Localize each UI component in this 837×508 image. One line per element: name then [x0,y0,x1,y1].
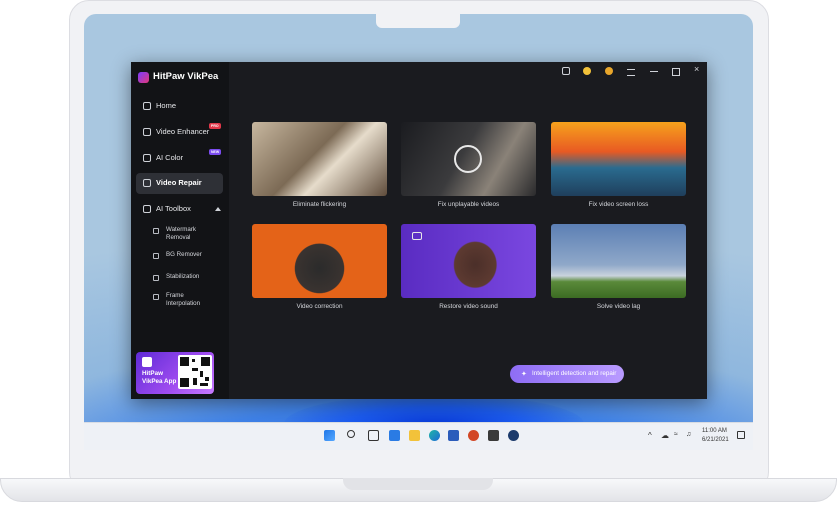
pro-badge: PRO [209,123,221,129]
cta-label: Intelligent detection and repair [532,370,617,377]
laptop-hinge [343,478,493,490]
intelligent-repair-button[interactable]: ✦ Intelligent detection and repair [510,365,624,383]
sub-label: Stabilization [166,273,200,280]
search-icon[interactable] [347,430,355,438]
toolbox-icon [143,205,151,213]
bg-remover-icon [153,253,159,259]
thumbnail-screen-loss [551,122,686,196]
promo-label: HitPaw VikPea App [142,370,177,385]
feature-grid: Eliminate flickering Fix unplayable vide… [229,62,707,399]
sub-label: Frame Interpolation [166,292,201,307]
repair-icon [143,179,151,187]
toolbox-stabilization[interactable]: Stabilization [153,273,223,283]
nav-label: Home [156,101,177,110]
steam-icon[interactable] [508,430,519,441]
video-enhancer-icon [143,128,151,136]
stabilization-icon [153,275,159,281]
thumbnail-flickering [252,122,387,196]
nav-ai-color[interactable]: AI Color NEW [136,148,223,169]
thumbnail-unplayable [401,122,536,196]
chevron-up-icon[interactable] [215,207,221,211]
app-title: HitPaw VikPea [153,71,219,82]
thumbnail-lag [551,224,686,298]
vikpea-logo-icon [142,357,152,367]
word-icon[interactable] [448,430,459,441]
cloud-icon[interactable]: ☁ [661,431,669,440]
toolbox-bg-remover[interactable]: BG Remover [153,251,223,261]
palette-icon [143,154,151,162]
hitpaw-logo-icon [138,72,149,83]
sparkle-icon: ✦ [521,371,527,378]
eraser-icon [153,228,159,234]
feature-caption: Eliminate flickering [292,201,347,208]
feature-caption: Fix video screen loss [588,201,649,208]
taskbar: ^ ☁ ≈ ♫ 11:00 AM 6/21/2021 [84,422,753,450]
sidebar: HitPaw VikPea Home Video Enhancer PRO AI… [131,62,229,399]
nav-label: AI Color [156,153,184,162]
sub-label: BG Remover [166,251,202,258]
app-window: HitPaw VikPea Home Video Enhancer PRO AI… [131,62,707,399]
camera-notch [376,14,460,28]
edge-icon[interactable] [429,430,440,441]
file-explorer-icon[interactable] [409,430,420,441]
task-view-icon[interactable] [368,430,379,441]
nav-label: AI Toolbox [156,204,191,213]
powerpoint-icon[interactable] [468,430,479,441]
nav-ai-toolbox[interactable]: AI Toolbox [136,199,223,220]
wifi-icon[interactable]: ≈ [674,431,678,438]
frame-icon [153,294,159,300]
home-icon [143,102,151,110]
thumbnail-sound [401,224,536,298]
sub-label: Watermark Removal [166,226,197,241]
widgets-icon[interactable] [389,430,400,441]
chevron-up-icon[interactable]: ^ [648,431,652,440]
app-promo-card[interactable]: HitPaw VikPea App [136,352,214,394]
notification-icon[interactable] [737,431,745,439]
thumbnail-correction [252,224,387,298]
windows-start-icon[interactable] [324,430,335,441]
feature-caption: Video correction [296,303,343,310]
store-icon[interactable] [488,430,499,441]
feature-caption: Solve video lag [596,303,641,310]
toolbox-watermark-removal[interactable]: Watermark Removal [153,226,223,242]
clock-date[interactable]: 6/21/2021 [702,437,729,443]
qr-code [178,355,212,389]
toolbox-frame-interpolation[interactable]: Frame Interpolation [153,292,223,308]
muted-speaker-icon [412,232,422,240]
feature-caption: Fix unplayable videos [437,201,500,208]
nav-video-enhancer[interactable]: Video Enhancer PRO [136,122,223,143]
nav-home[interactable]: Home [136,96,223,117]
new-badge: NEW [209,149,222,155]
nav-label: Video Enhancer [156,127,210,136]
nav-label: Video Repair [156,178,202,187]
volume-icon[interactable]: ♫ [686,431,691,438]
clock-time[interactable]: 11:00 AM [702,428,727,434]
nav-video-repair[interactable]: Video Repair [136,173,223,194]
feature-caption: Restore video sound [439,303,498,310]
play-icon [454,145,482,173]
